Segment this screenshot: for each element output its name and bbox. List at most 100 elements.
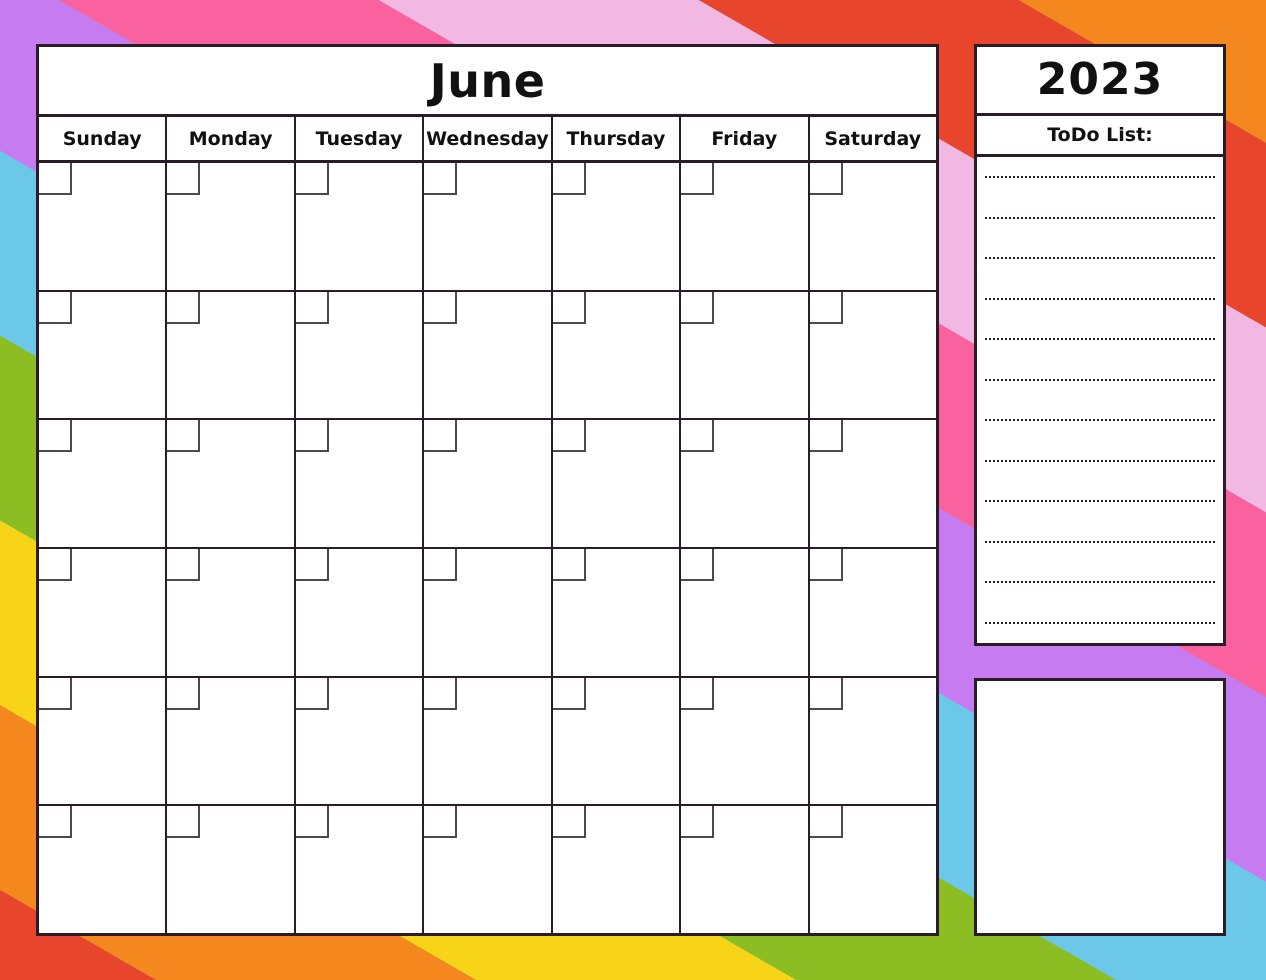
day-cell[interactable] <box>39 677 168 805</box>
todo-line[interactable] <box>985 459 1215 462</box>
notes-box[interactable] <box>974 678 1226 936</box>
calendar-grid <box>39 163 936 934</box>
day-cell[interactable] <box>809 806 936 933</box>
day-cell[interactable] <box>681 549 810 676</box>
day-cell[interactable] <box>424 420 553 548</box>
day-cell[interactable] <box>295 677 425 805</box>
day-cell[interactable] <box>39 163 168 290</box>
day-cell[interactable] <box>295 420 425 548</box>
weekday-label: Saturday <box>824 127 922 150</box>
todo-writing-lines <box>977 157 1223 643</box>
date-number-box[interactable] <box>552 677 586 710</box>
day-cell[interactable] <box>424 291 553 419</box>
todo-line[interactable] <box>985 216 1215 219</box>
day-cell[interactable] <box>39 806 168 934</box>
date-number-box[interactable] <box>167 677 201 710</box>
day-cell[interactable] <box>552 291 682 419</box>
day-cell[interactable] <box>167 806 296 934</box>
todo-line[interactable] <box>985 540 1215 543</box>
day-cell[interactable] <box>809 291 936 419</box>
date-number-box[interactable] <box>424 291 458 324</box>
date-number-box[interactable] <box>424 163 458 195</box>
date-number-box[interactable] <box>39 291 72 324</box>
day-cell[interactable] <box>167 677 296 805</box>
date-number-box[interactable] <box>552 291 586 324</box>
day-cell[interactable] <box>167 291 296 419</box>
todo-line[interactable] <box>985 621 1215 624</box>
date-number-box[interactable] <box>681 291 715 324</box>
date-number-box[interactable] <box>167 420 201 453</box>
date-number-box[interactable] <box>424 420 458 453</box>
todo-line[interactable] <box>985 257 1215 260</box>
day-cell[interactable] <box>424 677 553 805</box>
date-number-box[interactable] <box>295 549 329 582</box>
date-number-box[interactable] <box>552 163 586 195</box>
day-cell[interactable] <box>167 163 296 290</box>
day-cell[interactable] <box>552 806 682 934</box>
date-number-box[interactable] <box>295 420 329 453</box>
day-cell[interactable] <box>809 677 936 805</box>
todo-line[interactable] <box>985 176 1215 179</box>
date-number-box[interactable] <box>167 163 201 195</box>
date-number-box[interactable] <box>809 163 843 195</box>
date-number-box[interactable] <box>295 677 329 710</box>
day-cell[interactable] <box>681 420 810 548</box>
todo-line[interactable] <box>985 378 1215 381</box>
date-number-box[interactable] <box>39 677 72 710</box>
date-number-box[interactable] <box>295 806 329 839</box>
todo-line[interactable] <box>985 338 1215 341</box>
todo-line[interactable] <box>985 500 1215 503</box>
day-cell[interactable] <box>681 806 810 934</box>
day-cell[interactable] <box>809 549 936 676</box>
day-cell[interactable] <box>39 549 168 676</box>
date-number-box[interactable] <box>424 677 458 710</box>
date-number-box[interactable] <box>552 420 586 453</box>
day-cell[interactable] <box>809 420 936 547</box>
date-number-box[interactable] <box>295 163 329 195</box>
day-cell[interactable] <box>552 677 682 805</box>
date-number-box[interactable] <box>809 549 843 582</box>
day-cell[interactable] <box>295 549 425 676</box>
date-number-box[interactable] <box>681 549 715 582</box>
date-number-box[interactable] <box>681 163 715 195</box>
day-cell[interactable] <box>681 291 810 419</box>
date-number-box[interactable] <box>681 806 715 839</box>
day-cell[interactable] <box>552 420 682 548</box>
day-cell[interactable] <box>39 291 168 419</box>
day-cell[interactable] <box>681 163 810 290</box>
date-number-box[interactable] <box>39 549 72 582</box>
todo-line[interactable] <box>985 419 1215 422</box>
date-number-box[interactable] <box>809 420 843 453</box>
date-number-box[interactable] <box>681 420 715 453</box>
day-cell[interactable] <box>295 291 425 419</box>
day-cell[interactable] <box>424 163 553 290</box>
date-number-box[interactable] <box>39 420 72 453</box>
day-cell[interactable] <box>424 806 553 934</box>
day-cell[interactable] <box>295 163 425 290</box>
date-number-box[interactable] <box>809 291 843 324</box>
date-number-box[interactable] <box>167 806 201 839</box>
date-number-box[interactable] <box>424 806 458 839</box>
day-cell[interactable] <box>809 163 936 290</box>
date-number-box[interactable] <box>295 291 329 324</box>
date-number-box[interactable] <box>552 806 586 839</box>
day-cell[interactable] <box>424 549 553 676</box>
day-cell[interactable] <box>167 420 296 548</box>
date-number-box[interactable] <box>552 549 586 582</box>
date-number-box[interactable] <box>39 806 72 839</box>
date-number-box[interactable] <box>809 677 843 710</box>
day-cell[interactable] <box>39 420 168 548</box>
day-cell[interactable] <box>552 163 682 290</box>
date-number-box[interactable] <box>39 163 72 195</box>
date-number-box[interactable] <box>809 806 843 839</box>
day-cell[interactable] <box>552 549 682 676</box>
todo-line[interactable] <box>985 297 1215 300</box>
todo-line[interactable] <box>985 581 1215 584</box>
date-number-box[interactable] <box>424 549 458 582</box>
date-number-box[interactable] <box>167 291 201 324</box>
day-cell[interactable] <box>167 549 296 676</box>
day-cell[interactable] <box>681 677 810 805</box>
date-number-box[interactable] <box>681 677 715 710</box>
day-cell[interactable] <box>295 806 425 934</box>
date-number-box[interactable] <box>167 549 201 582</box>
